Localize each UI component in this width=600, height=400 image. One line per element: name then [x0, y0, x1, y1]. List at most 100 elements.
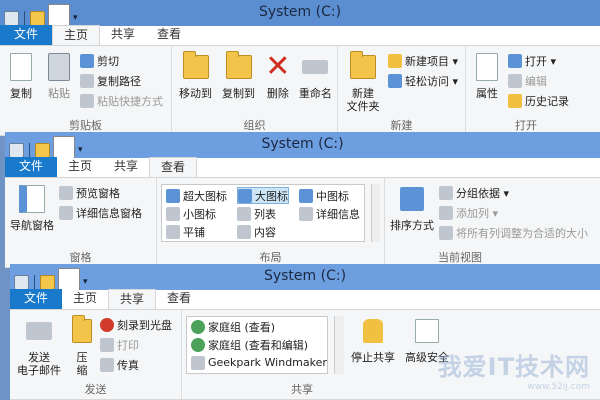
details-pane-icon: [59, 206, 73, 220]
cut-button[interactable]: 剪切: [80, 52, 163, 70]
layout-gallery-scrollbar[interactable]: [371, 184, 380, 242]
tab-share[interactable]: 共享: [100, 25, 146, 45]
group-send: 发送 电子邮件 压 缩 刻录到光盘 打印 传真 发送: [10, 310, 182, 399]
edit-button[interactable]: 编辑: [508, 72, 569, 90]
fit-columns-button[interactable]: 将所有列调整为合适的大小: [439, 224, 588, 242]
preview-pane-button[interactable]: 预览窗格: [59, 184, 142, 202]
explorer-window-home: ▾ System (C:) 文件 主页 共享 查看 复制 粘贴 剪切 复制路径 …: [0, 0, 600, 136]
ribbon-tabs: 文件 主页 共享 查看: [0, 25, 600, 46]
tiles-icon: [166, 224, 180, 239]
layout-small-icons[interactable]: 小图标: [166, 205, 227, 222]
group-label-organize: 组织: [243, 119, 266, 132]
medium-icons-icon: [299, 188, 313, 203]
open-button[interactable]: 打开 ▾: [508, 52, 569, 70]
share-with-gallery: 家庭组 (查看) 家庭组 (查看和编辑) Geekpark Windmaker: [186, 316, 328, 374]
scissors-icon: [80, 54, 94, 68]
group-label-new: 新建: [390, 119, 413, 132]
easy-access-icon: [388, 74, 402, 88]
history-button[interactable]: 历史记录: [508, 92, 569, 110]
group-open: 属性 打开 ▾ 编辑 历史记录 打开: [466, 46, 600, 135]
copy-path-button[interactable]: 复制路径: [80, 72, 163, 90]
small-icons-icon: [166, 206, 180, 221]
burn-to-disc-button[interactable]: 刻录到光盘: [100, 316, 172, 334]
layout-details[interactable]: 详细信息: [299, 205, 360, 222]
email-icon: [26, 322, 52, 340]
title-bar: ▾ System (C:): [10, 264, 600, 296]
tab-file[interactable]: 文件: [10, 289, 63, 309]
share-homegroup-view[interactable]: 家庭组 (查看): [191, 319, 323, 336]
copy-path-icon: [80, 74, 94, 88]
tab-home[interactable]: 主页: [52, 25, 101, 45]
fax-button[interactable]: 传真: [100, 356, 172, 374]
edit-icon: [508, 74, 522, 88]
copy-to-icon: [225, 51, 252, 79]
tab-view[interactable]: 查看: [149, 157, 198, 177]
share-user[interactable]: Geekpark Windmaker: [191, 354, 327, 371]
layout-gallery: 超大图标 大图标 中图标 小图标 列表 详细信息 平铺 内容: [161, 184, 365, 242]
rename-icon: [302, 60, 329, 74]
details-pane-button[interactable]: 详细信息窗格: [59, 204, 142, 222]
layout-list[interactable]: 列表: [237, 205, 289, 222]
group-by-icon: [439, 186, 453, 200]
group-clipboard: 复制 粘贴 剪切 复制路径 粘贴快捷方式 剪贴板: [0, 46, 172, 135]
group-label-clipboard: 剪贴板: [69, 119, 102, 132]
history-icon: [508, 94, 522, 108]
sort-by-icon: [400, 187, 424, 211]
homegroup-icon: [191, 320, 205, 335]
group-panes: 导航窗格 预览窗格 详细信息窗格 窗格: [5, 178, 157, 267]
print-button[interactable]: 打印: [100, 336, 172, 354]
navigation-pane-icon: [19, 185, 45, 213]
group-label-layout: 布局: [259, 251, 282, 264]
list-icon: [237, 206, 251, 221]
extra-large-icons-icon: [166, 188, 180, 203]
paste-shortcut-button[interactable]: 粘贴快捷方式: [80, 92, 163, 110]
watermark-title: 我爱IT技术网: [437, 353, 590, 381]
tab-view[interactable]: 查看: [146, 25, 192, 45]
layout-medium-icons[interactable]: 中图标: [299, 187, 360, 204]
tab-home[interactable]: 主页: [57, 157, 103, 177]
paste-shortcut-icon: [80, 94, 94, 108]
tab-share[interactable]: 共享: [103, 157, 149, 177]
fit-columns-icon: [439, 226, 453, 240]
tab-share[interactable]: 共享: [108, 289, 157, 309]
properties-icon: [476, 53, 498, 81]
layout-large-icons[interactable]: 大图标: [237, 187, 289, 204]
user-icon: [191, 355, 205, 370]
group-organize: 移动到 复制到 ✕ 删除 重命名 组织: [172, 46, 338, 135]
ribbon-view: 导航窗格 预览窗格 详细信息窗格 窗格 超大图标 大图标 中图标 小图标 列表 …: [5, 178, 600, 268]
ribbon-tabs: 文件 主页 共享 查看: [10, 289, 600, 310]
tab-file[interactable]: 文件: [0, 25, 53, 45]
explorer-window-view: ▾ System (C:) 文件 主页 共享 查看 导航窗格 预览窗格 详细信息…: [5, 132, 600, 268]
share-gallery-scrollbar[interactable]: [334, 316, 344, 374]
add-column-button[interactable]: 添加列 ▾: [439, 204, 588, 222]
title-bar: ▾ System (C:): [0, 0, 600, 32]
group-current-view: 排序方式 分组依据 ▾ 添加列 ▾ 将所有列调整为合适的大小 当前视图: [385, 178, 600, 267]
lock-icon: [363, 319, 383, 343]
paste-icon: [48, 53, 70, 81]
group-new: 新建 文件夹 新建项目 ▾ 轻松访问 ▾ 新建: [338, 46, 466, 135]
tab-file[interactable]: 文件: [5, 157, 58, 177]
layout-tiles[interactable]: 平铺: [166, 223, 227, 240]
group-label-panes: 窗格: [69, 251, 92, 264]
move-to-icon: [182, 51, 209, 79]
layout-content[interactable]: 内容: [237, 223, 289, 240]
tab-home[interactable]: 主页: [62, 289, 108, 309]
ribbon-home: 复制 粘贴 剪切 复制路径 粘贴快捷方式 剪贴板 移动到 复制到 ✕ 删除 重命…: [0, 46, 600, 136]
layout-extra-large-icons[interactable]: 超大图标: [166, 187, 227, 204]
content-icon: [237, 224, 251, 239]
large-icons-icon: [238, 188, 252, 203]
tab-view[interactable]: 查看: [156, 289, 202, 309]
burn-disc-icon: [100, 318, 114, 332]
share-homegroup-view-edit[interactable]: 家庭组 (查看和编辑): [191, 337, 323, 354]
ribbon-tabs: 文件 主页 共享 查看: [5, 157, 600, 178]
group-label-share: 共享: [291, 383, 313, 396]
advanced-security-icon: [415, 319, 439, 343]
new-item-button[interactable]: 新建项目 ▾: [388, 52, 458, 70]
window-title: System (C:): [258, 4, 342, 20]
easy-access-button[interactable]: 轻松访问 ▾: [388, 72, 458, 90]
open-icon: [508, 54, 522, 68]
window-title: System (C:): [263, 268, 347, 284]
group-by-button[interactable]: 分组依据 ▾: [439, 184, 588, 202]
title-bar: ▾ System (C:): [5, 132, 600, 164]
copy-icon: [10, 53, 32, 81]
